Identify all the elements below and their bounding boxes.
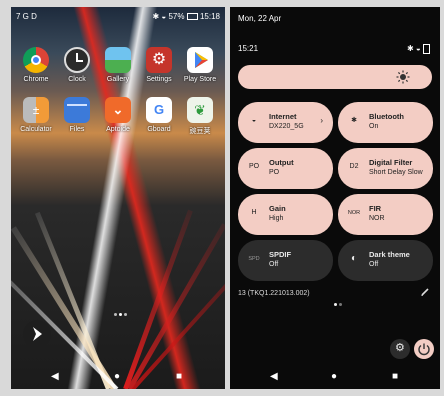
gain-icon: H <box>251 209 257 216</box>
app-chrome[interactable]: Chrome <box>19 47 53 83</box>
nav-bar: ◀ ● ■ <box>230 365 440 387</box>
spdif-icon: SPD <box>248 256 260 262</box>
nav-bar: ◀ ● ■ <box>11 365 225 387</box>
folder-icon <box>64 97 90 123</box>
tile-output[interactable]: PO Output PO <box>238 148 333 189</box>
tile-dark-theme[interactable]: ◐ Dark theme Off <box>338 240 433 281</box>
gboard-icon: G <box>146 97 172 123</box>
wifi-icon: ◒ <box>251 117 257 124</box>
recents-button[interactable]: ■ <box>392 371 398 382</box>
brightness-icon <box>396 70 410 84</box>
play-store-icon <box>187 47 213 73</box>
status-time: 15:18 <box>199 12 220 21</box>
page-indicator <box>334 293 344 311</box>
aptoide-icon: ⌄ <box>105 97 131 123</box>
battery-icon <box>423 44 430 54</box>
back-button[interactable]: ◀ <box>270 371 278 382</box>
home-screen: 7 G D ✱ ◒ 57% 15:18 Chrome Clock Gallery… <box>11 7 225 389</box>
app-play-store[interactable]: Play Store <box>183 47 217 83</box>
bluetooth-icon: ✱ <box>351 117 357 124</box>
app-aptoide[interactable]: ⌄ Aptoide <box>101 97 135 133</box>
battery-icon <box>186 13 198 21</box>
filter-icon: D2 <box>349 163 359 170</box>
wallpaper-light-trails <box>11 202 225 389</box>
clock-icon <box>64 47 90 73</box>
app-gboard[interactable]: G Gboard <box>142 97 176 133</box>
status-bar: 7 G D ✱ ◒ 57% 15:18 <box>11 7 225 25</box>
power-icon <box>418 343 430 356</box>
gallery-icon <box>105 47 131 73</box>
settings-button[interactable]: ⚙ <box>390 339 410 359</box>
edit-pencil-icon[interactable] <box>420 287 430 297</box>
app-gallery[interactable]: Gallery <box>101 47 135 83</box>
status-icons: ✱ ◒ <box>407 44 430 54</box>
status-left: 7 G D <box>16 12 37 21</box>
bluetooth-icon: ✱ <box>152 12 160 21</box>
wifi-icon: ◒ <box>415 44 421 54</box>
page-indicator <box>113 303 128 321</box>
app-calculator[interactable]: ± Calculator <box>19 97 53 133</box>
status-right: ✱ ◒ 57% 15:18 <box>152 12 220 21</box>
brightness-slider[interactable] <box>238 65 432 89</box>
gear-icon: ⚙ <box>395 342 405 354</box>
gear-icon: ⚙ <box>146 47 172 73</box>
chrome-icon <box>23 47 49 73</box>
floating-app-button[interactable] <box>23 320 51 348</box>
app-settings[interactable]: ⚙ Settings <box>142 47 176 83</box>
tile-digital-filter[interactable]: D2 Digital Filter Short Delay Slow <box>338 148 433 189</box>
back-button[interactable]: ◀ <box>51 371 59 382</box>
wandoujia-icon: ❦ <box>187 97 213 123</box>
wifi-icon: ◒ <box>161 12 167 21</box>
battery-percent: 57% <box>168 12 185 21</box>
recents-button[interactable]: ■ <box>176 371 182 382</box>
quick-settings-panel: Mon, 22 Apr 15:21 ✱ ◒ ◒ Internet DX220_5… <box>230 7 440 389</box>
power-button[interactable] <box>414 339 434 359</box>
tile-fir[interactable]: NOR FIR NOR <box>338 194 433 235</box>
tile-bluetooth[interactable]: ✱ Bluetooth On <box>338 102 433 143</box>
app-clock[interactable]: Clock <box>60 47 94 83</box>
output-icon: PO <box>248 163 260 170</box>
tile-spdif[interactable]: SPD SPDIF Off <box>238 240 333 281</box>
bluetooth-icon: ✱ <box>406 44 414 54</box>
dark-theme-icon: ◐ <box>350 253 358 264</box>
home-button[interactable]: ● <box>114 371 120 382</box>
date: Mon, 22 Apr <box>238 14 282 23</box>
calculator-icon: ± <box>23 97 49 123</box>
clock: 15:21 <box>238 44 259 53</box>
chevron-right-icon: › <box>320 116 323 125</box>
fir-icon: NOR <box>347 210 361 216</box>
home-button[interactable]: ● <box>331 371 337 382</box>
app-files[interactable]: Files <box>60 97 94 133</box>
app-wandoujia[interactable]: ❦ 豌豆荚 <box>183 97 217 136</box>
tile-gain[interactable]: H Gain High <box>238 194 333 235</box>
build-number: 13 (TKQ1.221013.002) <box>238 290 310 297</box>
tile-internet[interactable]: ◒ Internet DX220_5G › <box>238 102 333 143</box>
arrow-logo-icon <box>33 327 42 341</box>
